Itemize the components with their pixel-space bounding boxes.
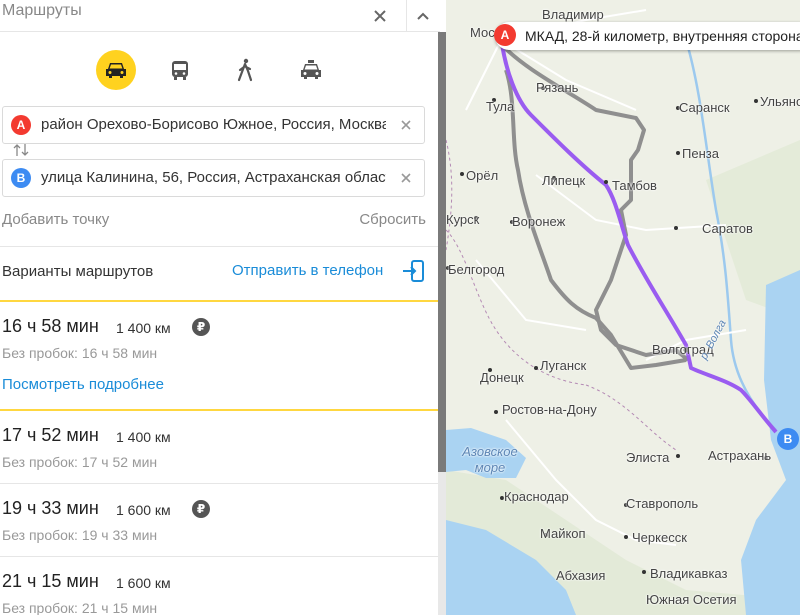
map-city-label: Саратов — [702, 221, 753, 236]
map-city-label: Владимир — [542, 7, 604, 22]
add-point-button[interactable]: Добавить точку — [2, 211, 109, 228]
route-no-traffic-time: Без пробок: 19 ч 33 мин — [2, 527, 158, 543]
mode-bus-button[interactable] — [160, 50, 200, 90]
swap-points-button[interactable] — [12, 143, 32, 157]
clear-point-a-button[interactable] — [398, 117, 414, 133]
route-time: 19 ч 33 мин — [2, 498, 99, 518]
map-city-label: Белгород — [448, 262, 505, 277]
map-city-label: Элиста — [626, 450, 670, 465]
map-city-label: Пенза — [682, 146, 719, 161]
point-b-input[interactable]: улица Калинина, 56, Россия, Астраханская… — [41, 169, 386, 189]
point-a-balloon-text: МКАД, 28-й километр, внутренняя сторона — [525, 28, 800, 44]
map-city-label: Астрахань — [708, 448, 772, 463]
map-city-label: Рязань — [536, 80, 579, 95]
point-a-input[interactable]: район Орехово-Борисово Южное, Россия, Мо… — [41, 116, 386, 136]
close-button[interactable] — [364, 0, 396, 32]
map-city-label: Саранск — [679, 100, 730, 115]
send-to-phone-icon[interactable] — [401, 259, 425, 283]
route-option[interactable]: 17 ч 52 мин 1 400 км Без пробок: 17 ч 52… — [0, 411, 440, 484]
map-city-label: Тамбов — [612, 178, 657, 193]
map-city-label: Ростов-на-Дону — [502, 402, 597, 417]
mode-taxi-button[interactable] — [291, 50, 331, 90]
map-city-label: Курск — [446, 212, 480, 227]
route-distance: 1 400 км — [116, 320, 171, 336]
map-city-label: Орёл — [466, 168, 499, 183]
chevron-up-icon — [416, 12, 429, 20]
map-view[interactable]: Владимир Мос Рязань Тула Саранск Ульянов… — [446, 0, 800, 615]
route-time: 16 ч 58 мин — [2, 316, 99, 336]
clear-point-b-button[interactable] — [398, 170, 414, 186]
map-city-label: Ставрополь — [626, 496, 699, 511]
route-option[interactable]: 21 ч 15 мин 1 600 км Без пробок: 21 ч 15… — [0, 557, 440, 615]
route-option[interactable]: 16 ч 58 мин 1 400 км ₽ Без пробок: 16 ч … — [0, 300, 440, 411]
map-city-label: Тула — [486, 99, 515, 114]
map-city-label: Луганск — [540, 358, 587, 373]
map-city-label: Ульяновск — [760, 94, 800, 109]
point-a-balloon[interactable]: МКАД, 28-й километр, внутренняя сторона — [495, 22, 800, 50]
map-city-label: Краснодар — [504, 489, 569, 504]
close-icon — [401, 120, 411, 130]
routes-panel: Маршруты A район Орехово-Борисово Южное,… — [0, 0, 446, 615]
route-details-link[interactable]: Посмотреть подробнее — [2, 376, 164, 393]
panel-title: Маршруты — [2, 2, 82, 19]
map-pin-b[interactable]: B — [777, 428, 799, 450]
map-city-label: Южная Осетия — [646, 592, 737, 607]
map-city-label: Мос — [470, 25, 495, 40]
route-no-traffic-time: Без пробок: 16 ч 58 мин — [2, 345, 158, 361]
mode-car-button[interactable] — [96, 50, 136, 90]
map-canvas — [446, 0, 800, 615]
route-time: 17 ч 52 мин — [2, 425, 99, 445]
send-to-phone-link[interactable]: Отправить в телефон — [232, 262, 383, 279]
car-icon — [106, 63, 126, 78]
panel-scrollbar[interactable] — [438, 32, 446, 615]
map-city-label: Майкоп — [540, 526, 586, 541]
transport-modes — [0, 50, 440, 90]
taxi-icon — [301, 60, 321, 79]
map-city-label: Черкесск — [632, 530, 687, 545]
reset-button[interactable]: Сбросить — [359, 211, 426, 228]
route-option[interactable]: 19 ч 33 мин 1 600 км ₽ Без пробок: 19 ч … — [0, 484, 440, 557]
route-no-traffic-time: Без пробок: 21 ч 15 мин — [2, 600, 158, 615]
mode-pedestrian-button[interactable] — [225, 50, 265, 90]
map-city-label: Владикавказ — [650, 566, 728, 581]
close-icon — [374, 10, 386, 22]
point-a-pin: A — [11, 115, 31, 135]
scrollbar-thumb[interactable] — [438, 32, 446, 472]
map-pin-a[interactable]: A — [494, 24, 516, 46]
route-distance: 1 400 км — [116, 429, 171, 445]
route-time: 21 ч 15 мин — [2, 571, 99, 591]
close-icon — [401, 173, 411, 183]
map-city-label: Воронеж — [512, 214, 566, 229]
route-distance: 1 600 км — [116, 575, 171, 591]
toll-ruble-icon: ₽ — [192, 500, 210, 518]
collapse-button[interactable] — [406, 0, 438, 32]
map-sea-label: Азовское море — [462, 444, 518, 475]
panel-header: Маршруты — [0, 0, 440, 32]
bus-icon — [172, 61, 188, 80]
point-a-field[interactable]: A район Орехово-Борисово Южное, Россия, … — [2, 106, 425, 144]
point-b-pin: B — [11, 168, 31, 188]
route-distance: 1 600 км — [116, 502, 171, 518]
route-variants-label: Варианты маршрутов — [2, 263, 154, 280]
swap-arrows-icon — [13, 144, 29, 156]
toll-ruble-icon: ₽ — [192, 318, 210, 336]
divider — [0, 246, 440, 247]
map-city-label: Донецк — [480, 370, 524, 385]
point-b-field[interactable]: B улица Калинина, 56, Россия, Астраханск… — [2, 159, 425, 197]
map-city-label: Абхазия — [556, 568, 606, 583]
route-no-traffic-time: Без пробок: 17 ч 52 мин — [2, 454, 158, 470]
pedestrian-icon — [237, 58, 253, 82]
map-city-label: Липецк — [542, 173, 586, 188]
